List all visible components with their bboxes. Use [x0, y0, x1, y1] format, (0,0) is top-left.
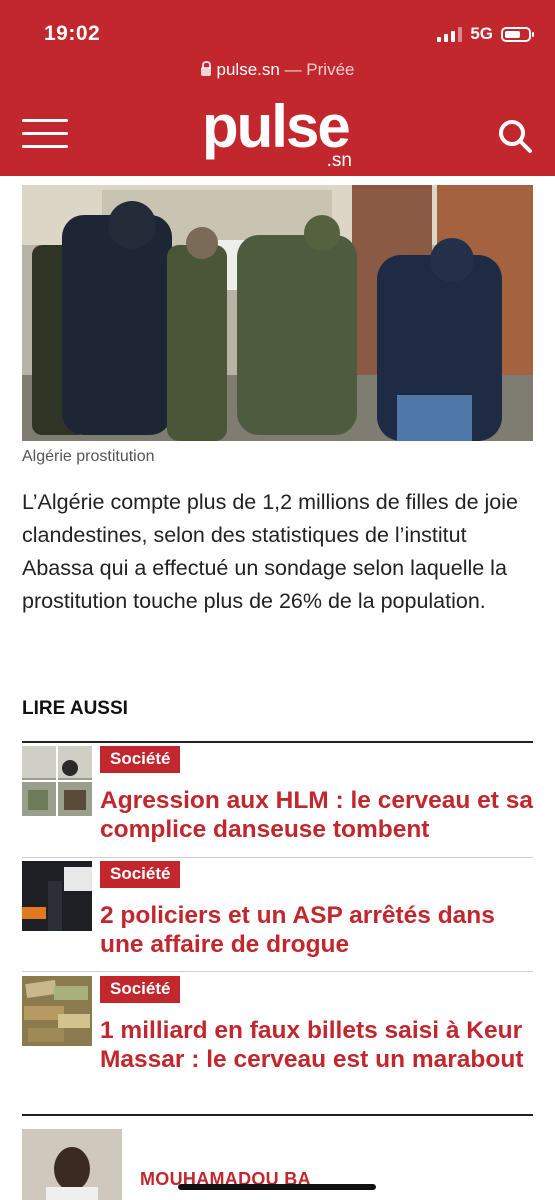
lire-aussi-heading: LIRE AUSSI	[22, 698, 128, 719]
category-tag[interactable]: Société	[100, 861, 181, 888]
lock-icon	[200, 61, 211, 76]
related-article-2[interactable]: Société 2 policiers et un ASP arrêtés da…	[22, 861, 533, 971]
hamburger-menu-icon[interactable]	[22, 119, 68, 149]
related-title[interactable]: 2 policiers et un ASP arrêtés dans une a…	[100, 901, 540, 959]
related-title[interactable]: 1 milliard en faux billets saisi à Keur …	[100, 1016, 540, 1074]
network-label: 5G	[470, 24, 493, 43]
category-tag[interactable]: Société	[100, 746, 181, 773]
author-avatar[interactable]	[22, 1129, 122, 1200]
home-indicator[interactable]	[178, 1184, 376, 1190]
related-article-1[interactable]: Société Agression aux HLM : le cerveau e…	[22, 746, 533, 856]
related-thumbnail[interactable]	[22, 976, 92, 1046]
related-thumbnail[interactable]	[22, 861, 92, 931]
site-logo[interactable]: pulse .sn	[198, 93, 358, 174]
url-domain: pulse.sn	[216, 60, 280, 79]
article-image	[22, 185, 533, 441]
divider	[22, 857, 533, 858]
signal-icon	[437, 26, 463, 42]
private-mode-label: Privée	[306, 60, 355, 79]
url-separator: —	[279, 60, 307, 79]
category-tag[interactable]: Société	[100, 976, 181, 1003]
battery-icon	[501, 26, 534, 42]
related-article-3[interactable]: Société 1 milliard en faux billets saisi…	[22, 976, 533, 1112]
status-indicators: 5G	[437, 24, 534, 44]
status-time: 19:02	[44, 22, 101, 45]
article-body: L’Algérie compte plus de 1,2 millions de…	[22, 490, 518, 613]
address-bar[interactable]: pulse.sn — Privée	[0, 60, 555, 80]
image-caption: Algérie prostitution	[22, 448, 155, 465]
section-divider	[22, 1114, 533, 1116]
divider	[22, 971, 533, 972]
related-thumbnail[interactable]	[22, 746, 92, 816]
logo-suffix: .sn	[326, 150, 352, 171]
site-header: 19:02 5G pulse.sn — Privée pulse .sn	[0, 0, 555, 176]
search-icon[interactable]	[496, 117, 534, 155]
related-title[interactable]: Agression aux HLM : le cerveau et sa com…	[100, 786, 540, 844]
section-divider	[22, 741, 533, 743]
